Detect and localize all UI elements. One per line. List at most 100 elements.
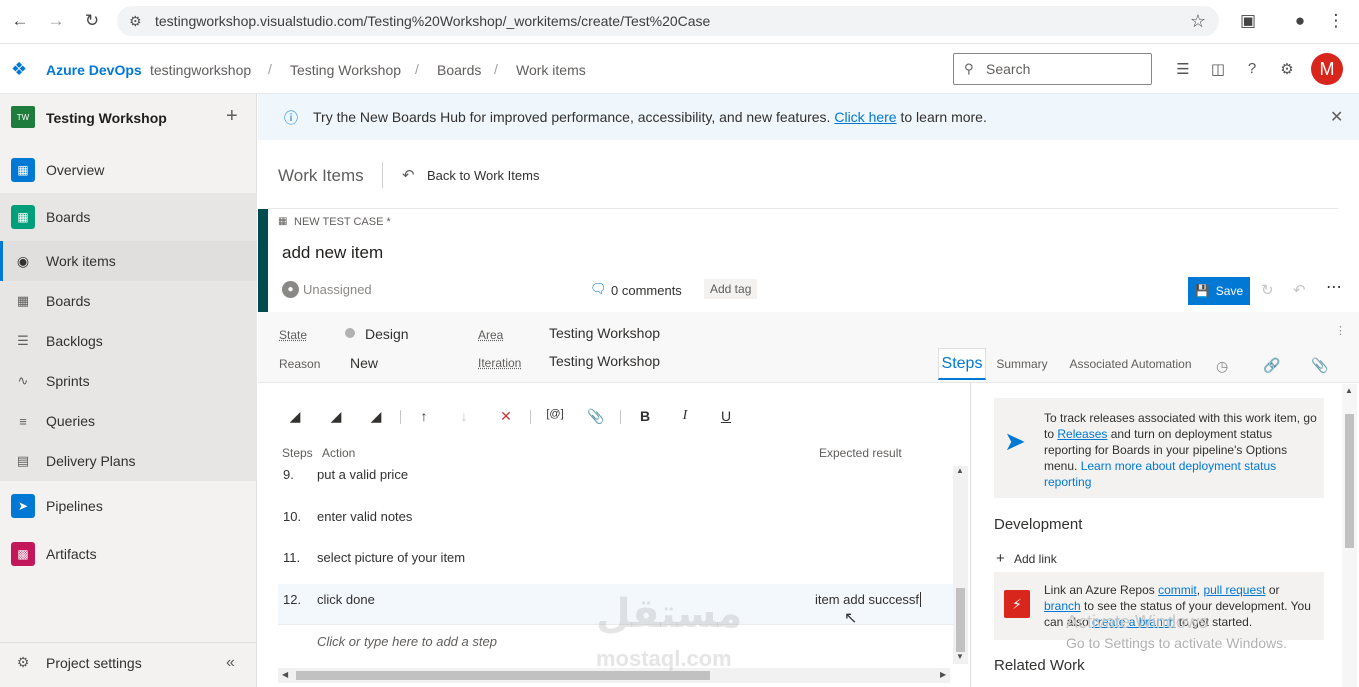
sidebar-item-queries[interactable]: ≡ Queries <box>0 401 257 441</box>
undo-icon[interactable]: ↶ <box>1293 281 1306 299</box>
task-list-icon[interactable]: ☰ <box>1173 60 1193 78</box>
extensions-icon[interactable]: ▣ <box>1236 9 1260 33</box>
step-action[interactable]: click done <box>317 592 375 607</box>
sidebar-item-boards-sub[interactable]: ▦ Boards <box>0 281 257 321</box>
assignee[interactable]: Unassigned <box>303 282 372 297</box>
back-arrow-icon[interactable]: ↶ <box>402 166 415 184</box>
pull-request-link[interactable]: pull request <box>1203 583 1265 597</box>
scroll-down-icon[interactable]: ▼ <box>956 652 964 661</box>
save-button[interactable]: 💾 Save <box>1188 277 1250 305</box>
delete-step-icon[interactable]: ✕ <box>496 408 516 425</box>
sidebar-item-artifacts[interactable]: ▩ Artifacts <box>0 530 257 578</box>
dev-text-or: or <box>1268 583 1280 597</box>
table-row[interactable]: 10. enter valid notes <box>278 502 953 544</box>
scroll-left-icon[interactable]: ◀ <box>282 670 288 679</box>
step-action[interactable]: select picture of your item <box>317 550 465 565</box>
right-panel-scrollbar[interactable]: ▲ <box>1342 384 1357 687</box>
address-bar[interactable]: ⚙ testingworkshop.visualstudio.com/Testi… <box>117 6 1219 36</box>
tab-summary[interactable]: Summary <box>993 348 1051 380</box>
table-row[interactable]: 9. put a valid price <box>278 460 953 502</box>
table-row[interactable]: 11. select picture of your item <box>278 544 953 584</box>
sidebar-item-work-items[interactable]: ◉ Work items <box>0 241 257 281</box>
profile-icon[interactable]: ● <box>1288 9 1312 33</box>
move-up-icon[interactable]: ↑ <box>414 408 434 424</box>
banner-link[interactable]: Click here <box>834 109 896 125</box>
right-scroll-thumb[interactable] <box>1345 414 1354 548</box>
avatar[interactable]: M <box>1311 53 1343 85</box>
bold-icon[interactable]: B <box>635 408 655 424</box>
breadcrumb-project[interactable]: Testing Workshop <box>290 62 401 78</box>
move-down-icon[interactable]: ↓ <box>454 408 474 424</box>
search-input[interactable]: ⚲ Search <box>953 53 1152 85</box>
sidebar-item-delivery-plans[interactable]: ▤ Delivery Plans <box>0 441 257 481</box>
tab-associated-automation[interactable]: Associated Automation <box>1063 348 1198 380</box>
comments-count[interactable]: 0 comments <box>611 283 682 298</box>
create-shared-steps-icon[interactable]: ◢ <box>366 408 386 425</box>
attachments-icon[interactable]: 📎 <box>1311 357 1328 374</box>
more-actions-icon[interactable]: ⋯ <box>1326 277 1342 297</box>
sidebar-item-pipelines[interactable]: ➤ Pipelines <box>0 482 257 530</box>
scroll-right-icon[interactable]: ▶ <box>940 670 946 679</box>
sidebar-item-boards[interactable]: ▦ Boards <box>0 193 257 241</box>
help-icon[interactable]: ? <box>1242 60 1262 77</box>
steps-scrollbar[interactable]: ▲ ▼ <box>953 466 968 664</box>
branch-link[interactable]: branch <box>1044 599 1081 613</box>
tab-steps[interactable]: Steps <box>938 348 986 380</box>
unassigned-avatar-icon[interactable]: ● <box>282 281 299 298</box>
add-link-button[interactable]: Add link <box>1014 552 1057 566</box>
sidebar-item-sprints[interactable]: ∿ Sprints <box>0 361 257 401</box>
learn-more-deployment-link[interactable]: Learn more about deployment status repor… <box>1044 459 1276 489</box>
add-icon[interactable]: + <box>226 105 238 128</box>
forward-arrow-icon[interactable]: → <box>44 9 68 33</box>
reload-icon[interactable]: ↻ <box>80 9 104 33</box>
scroll-up-icon[interactable]: ▲ <box>956 466 964 475</box>
reason-value[interactable]: New <box>350 355 378 371</box>
comments-icon[interactable]: 🗨 <box>590 281 607 297</box>
add-link-icon[interactable]: + <box>996 550 1005 567</box>
field-options-icon[interactable]: ⋮ <box>1335 324 1346 337</box>
sidebar-item-overview[interactable]: ▦ Overview <box>0 147 257 193</box>
steps-scroll-thumb[interactable] <box>956 588 965 652</box>
step-expected-input[interactable]: item add successf <box>815 592 922 607</box>
insert-step-icon[interactable]: ◢ <box>285 408 305 425</box>
scroll-up-icon[interactable]: ▲ <box>1345 386 1353 395</box>
links-icon[interactable]: 🔗 <box>1263 357 1280 374</box>
user-settings-icon[interactable]: ⚙ <box>1277 60 1297 78</box>
attachment-icon[interactable]: 📎 <box>586 408 606 425</box>
horizontal-scroll-thumb[interactable] <box>296 671 710 680</box>
back-arrow-icon[interactable]: ← <box>8 9 32 33</box>
project-header[interactable]: TW Testing Workshop + <box>0 94 257 140</box>
commit-link[interactable]: commit <box>1158 583 1197 597</box>
insert-parameter-icon[interactable]: [@] <box>545 408 565 420</box>
history-icon[interactable]: ◷ <box>1216 358 1228 375</box>
area-value[interactable]: Testing Workshop <box>549 325 660 341</box>
step-action[interactable]: enter valid notes <box>317 509 412 524</box>
back-to-work-items-link[interactable]: Back to Work Items <box>427 168 539 183</box>
add-tag-button[interactable]: Add tag <box>704 279 758 299</box>
iteration-value[interactable]: Testing Workshop <box>549 353 660 369</box>
step-action[interactable]: put a valid price <box>317 467 408 482</box>
work-item-title[interactable]: add new item <box>282 243 383 263</box>
azure-devops-logo-icon[interactable]: ❖ <box>11 59 27 80</box>
browser-menu-icon[interactable]: ⋮ <box>1324 9 1348 33</box>
releases-link[interactable]: Releases <box>1057 427 1107 441</box>
delivery-plans-icon: ▤ <box>16 453 30 468</box>
underline-icon[interactable]: U <box>716 408 736 424</box>
breadcrumb-org[interactable]: testingworkshop <box>150 62 251 78</box>
selection-indicator <box>0 241 3 281</box>
state-value[interactable]: Design <box>365 326 409 342</box>
insert-shared-steps-icon[interactable]: ◢ <box>326 408 346 425</box>
site-settings-icon[interactable]: ⚙ <box>129 13 142 30</box>
marketplace-bag-icon[interactable]: ◫ <box>1208 60 1228 78</box>
brand-name[interactable]: Azure DevOps <box>46 62 142 78</box>
italic-icon[interactable]: I <box>675 408 695 424</box>
add-step-placeholder[interactable]: Click or type here to add a step <box>317 634 497 649</box>
breadcrumb-work-items[interactable]: Work items <box>516 62 586 78</box>
collapse-sidebar-icon[interactable]: « <box>226 654 235 672</box>
sidebar-item-project-settings[interactable]: ⚙ Project settings « <box>0 642 257 682</box>
refresh-icon[interactable]: ↻ <box>1261 281 1274 299</box>
bookmark-star-icon[interactable]: ☆ <box>1186 9 1210 33</box>
breadcrumb-boards[interactable]: Boards <box>437 62 481 78</box>
sidebar-item-backlogs[interactable]: ☰ Backlogs <box>0 321 257 361</box>
close-icon[interactable]: ✕ <box>1330 107 1343 127</box>
